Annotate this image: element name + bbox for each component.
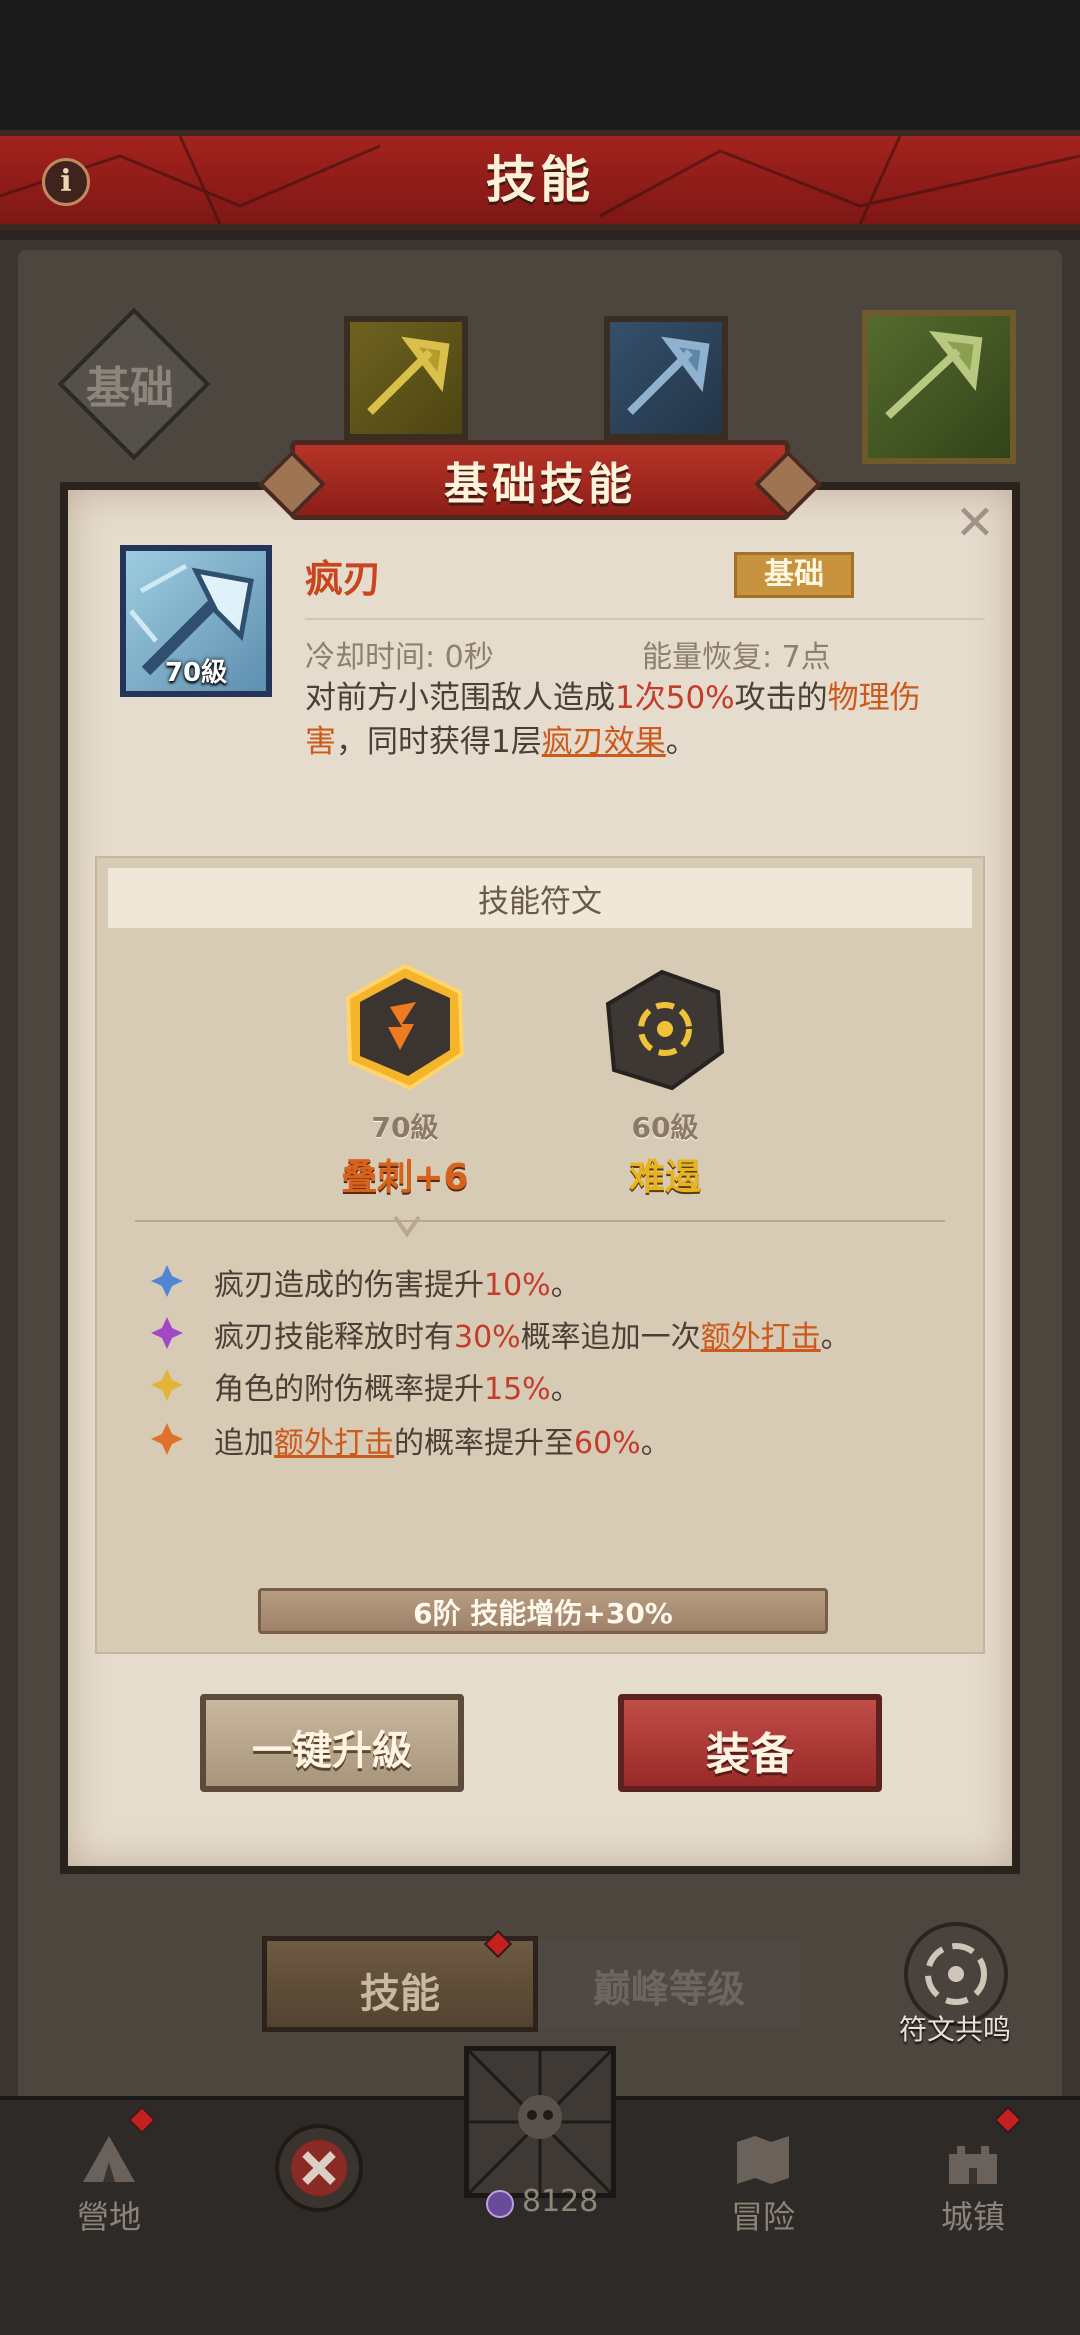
desc-value: 1次50% bbox=[615, 680, 735, 716]
effect-text: 角色的附伤概率提升 bbox=[214, 1372, 484, 1407]
desc-text: 对前方小范围敌人造成 bbox=[305, 680, 615, 716]
effect-text: 的概率提升至 bbox=[394, 1426, 574, 1461]
skill-name: 疯刃 bbox=[305, 557, 382, 601]
skull-emblem-icon bbox=[467, 2049, 613, 2195]
rune-effect-3: 角色的附伤概率提升15%。 bbox=[150, 1362, 980, 1407]
skill-slot-blue[interactable] bbox=[604, 316, 728, 440]
tab-skill-label: 技能 bbox=[360, 1971, 440, 2017]
effect-value: 10% bbox=[484, 1268, 551, 1303]
skill-level: 70級 bbox=[164, 658, 228, 688]
rune-section-title: 技能符文 bbox=[478, 884, 602, 920]
effect-link-extra-strike[interactable]: 额外打击 bbox=[701, 1320, 821, 1355]
thorn-rune-icon bbox=[345, 963, 465, 1091]
purple-gem-icon bbox=[151, 1317, 183, 1349]
vortex-rune-icon bbox=[605, 969, 725, 1091]
map-icon bbox=[737, 2136, 789, 2184]
effect-text: 。 bbox=[640, 1426, 671, 1461]
nav-center-portal[interactable] bbox=[464, 2046, 616, 2198]
tab-basic-label: 基础 bbox=[86, 363, 174, 414]
effect-value: 60% bbox=[574, 1426, 641, 1461]
effect-text: 疯刃技能释放时有 bbox=[214, 1320, 454, 1355]
rune-effect-2: 疯刃技能释放时有30%概率追加一次额外打击。 bbox=[150, 1310, 980, 1355]
tab-peak-level[interactable]: 巅峰等级 bbox=[538, 1940, 800, 2028]
nav-battle[interactable] bbox=[244, 2108, 394, 2248]
desc-link-effect[interactable]: 疯刃效果 bbox=[542, 724, 666, 760]
nav-camp-label: 營地 bbox=[76, 2198, 141, 2236]
tier-bonus-text: 6阶 技能增伤+30% bbox=[413, 1597, 673, 1630]
skill-slot-yellow[interactable] bbox=[344, 316, 468, 440]
axe-icon bbox=[627, 336, 710, 415]
crystal-icon bbox=[486, 2190, 514, 2218]
skill-type-badge: 基础 bbox=[734, 552, 854, 598]
rune-1-level: 70級 bbox=[371, 1111, 439, 1144]
rune-2-level: 60級 bbox=[631, 1111, 699, 1144]
effect-text: 概率追加一次 bbox=[520, 1320, 701, 1355]
currency-display: 8128 bbox=[486, 2184, 646, 2224]
effect-text: 。 bbox=[550, 1372, 581, 1407]
axe-icon bbox=[885, 330, 983, 419]
skill-slot-green[interactable] bbox=[862, 310, 1016, 464]
rune-resonance-label: 符文共鸣 bbox=[898, 2013, 1011, 2046]
nav-adventure[interactable]: 冒险 bbox=[688, 2108, 838, 2248]
divider bbox=[135, 1220, 945, 1222]
nav-adventure-label: 冒险 bbox=[730, 2198, 795, 2236]
effect-text: 疯刃造成的伤害提升 bbox=[214, 1268, 484, 1303]
blue-gem-icon bbox=[151, 1265, 183, 1297]
close-icon[interactable]: ✕ bbox=[950, 498, 1000, 548]
orange-gem-icon bbox=[151, 1423, 183, 1455]
one-click-upgrade-button[interactable]: 一键升級 bbox=[200, 1694, 464, 1792]
tab-peak-label: 巅峰等级 bbox=[592, 1967, 745, 2011]
yellow-gem-icon bbox=[151, 1369, 183, 1401]
crossed-swords-icon bbox=[275, 2124, 363, 2212]
nav-camp[interactable]: 營地 bbox=[34, 2108, 184, 2248]
status-bar bbox=[0, 0, 1080, 130]
rune-1-name: 叠刺+6 bbox=[341, 1157, 469, 1198]
tent-icon bbox=[83, 2136, 135, 2182]
modal-title: 基础技能 bbox=[444, 459, 636, 510]
desc-text: 。 bbox=[665, 724, 697, 760]
desc-text: ，同时获得1层 bbox=[336, 724, 542, 760]
nav-town[interactable]: 城镇 bbox=[898, 2108, 1048, 2248]
page-title: 技能 bbox=[486, 151, 594, 209]
effect-link-extra-strike[interactable]: 额外打击 bbox=[274, 1426, 394, 1461]
nav-town-label: 城镇 bbox=[940, 2198, 1005, 2236]
rune-2-name: 难遏 bbox=[628, 1157, 701, 1198]
rune-effect-4: 追加额外打击的概率提升至60%。 bbox=[150, 1416, 980, 1461]
castle-icon bbox=[949, 2146, 997, 2184]
tab-basic[interactable]: 基础 bbox=[57, 307, 211, 461]
effect-text: 追加 bbox=[214, 1426, 274, 1461]
equip-button-label: 装备 bbox=[706, 1729, 794, 1780]
desc-text: 攻击的 bbox=[734, 680, 828, 716]
cooldown-text: 冷却时间: 0秒 bbox=[305, 640, 494, 675]
axe-icon bbox=[367, 336, 450, 415]
effect-value: 30% bbox=[454, 1320, 521, 1355]
rune-slot-1[interactable] bbox=[340, 962, 470, 1092]
rune-panel bbox=[95, 856, 985, 1654]
upgrade-button-label: 一键升級 bbox=[252, 1728, 412, 1774]
effect-value: 15% bbox=[484, 1372, 551, 1407]
effect-text: 。 bbox=[820, 1320, 851, 1355]
energy-text: 能量恢复: 7点 bbox=[642, 640, 831, 675]
skill-description: 对前方小范围敌人造成1次50%攻击的物理伤害，同时获得1层疯刃效果。 bbox=[305, 676, 945, 764]
currency-amount: 8128 bbox=[522, 2184, 599, 2219]
rune-effect-1: 疯刃造成的伤害提升10%。 bbox=[150, 1258, 980, 1303]
info-icon[interactable]: i bbox=[42, 158, 90, 206]
effect-text: 。 bbox=[550, 1268, 581, 1303]
equip-button[interactable]: 装备 bbox=[618, 1694, 882, 1792]
divider bbox=[305, 618, 985, 620]
chevron-down-icon bbox=[393, 1215, 421, 1238]
rune-slot-2[interactable] bbox=[602, 966, 728, 1092]
